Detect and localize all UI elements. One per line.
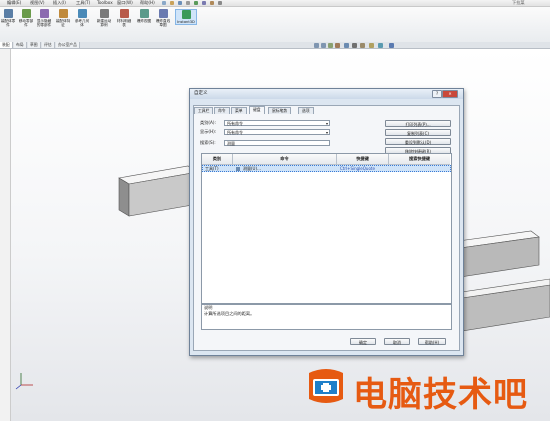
search-hint[interactable]: 下拉菜 bbox=[512, 0, 525, 6]
menu-insert[interactable]: 插入(I) bbox=[53, 0, 66, 6]
previous-view-icon[interactable] bbox=[328, 43, 333, 48]
search-label: 搜索(S): bbox=[200, 140, 216, 145]
ribbon-move-component-button[interactable]: 移动零部件 bbox=[18, 9, 34, 27]
ribbon-explode-line-button[interactable]: 爆炸直线草图 bbox=[155, 9, 171, 27]
close-icon[interactable]: ✕ bbox=[442, 90, 458, 98]
description-text: 计算所选项目之间的距离。 bbox=[204, 311, 255, 316]
table-row[interactable]: 工具(T) 测量(U)... Ctrl+SingleQuote bbox=[202, 165, 451, 172]
ribbon-instant3d-button[interactable]: Instant3D bbox=[175, 9, 197, 25]
tab-layout[interactable]: 布局 bbox=[14, 42, 27, 48]
section-view-icon[interactable] bbox=[335, 43, 340, 48]
ribbon-assembly-parts-button[interactable]: 装配体零件 bbox=[0, 9, 16, 27]
column-header-command[interactable]: 命令 bbox=[233, 154, 337, 165]
save-icon[interactable] bbox=[178, 1, 182, 5]
row-shortcut[interactable]: Ctrl+SingleQuote bbox=[340, 166, 375, 171]
tab-keyboard[interactable]: 键盘 bbox=[249, 106, 265, 114]
category-select[interactable]: 所有命令 ▾ bbox=[224, 120, 330, 126]
menu-edit[interactable]: 编辑(E) bbox=[7, 0, 21, 6]
watermark-logo-icon bbox=[309, 369, 343, 403]
edit-appearance-icon[interactable] bbox=[369, 43, 374, 48]
ribbon-motion-study-button[interactable]: 新建运动算例 bbox=[96, 9, 112, 27]
options-icon[interactable] bbox=[218, 1, 222, 5]
tab-sketch[interactable]: 草图 bbox=[28, 42, 41, 48]
show-hidden-icon bbox=[39, 9, 49, 18]
help-button[interactable]: 帮助(H) bbox=[418, 338, 446, 345]
chevron-down-icon: ▾ bbox=[325, 121, 328, 126]
category-label: 类别(A): bbox=[200, 120, 216, 125]
help-icon[interactable]: ? bbox=[432, 90, 442, 98]
instant3d-icon bbox=[181, 10, 191, 19]
dialog-title: 自定义 bbox=[194, 91, 208, 96]
command-tabs-row: 装配 布局 草图 评估 办公室产品 bbox=[0, 42, 550, 49]
tab-evaluate[interactable]: 评估 bbox=[42, 42, 55, 48]
ribbon-exploded-view-button[interactable]: 爆炸视图 bbox=[136, 9, 152, 23]
watermark-text: 电脑技术吧 bbox=[353, 375, 528, 415]
bom-icon bbox=[119, 9, 129, 18]
move-component-icon bbox=[21, 9, 31, 18]
rebuild-icon[interactable] bbox=[210, 1, 214, 5]
apply-scene-icon[interactable] bbox=[378, 43, 383, 48]
column-header-shortcut[interactable]: 快捷键 bbox=[337, 154, 389, 165]
menu-bar: 编辑(E) 视图(V) 插入(I) 工具(T) Toolbox 窗口(W) 帮助… bbox=[0, 0, 550, 7]
motion-study-icon bbox=[99, 9, 109, 18]
view-orientation-icon[interactable] bbox=[344, 43, 349, 48]
tab-assembly[interactable]: 装配 bbox=[0, 42, 13, 48]
reference-geometry-icon bbox=[77, 9, 87, 18]
dialog-title-bar[interactable]: 自定义 ? ✕ bbox=[190, 89, 463, 99]
zoom-area-icon[interactable] bbox=[321, 43, 326, 48]
show-select[interactable]: 所有命令 ▾ bbox=[224, 129, 330, 135]
show-label: 显示(H): bbox=[200, 129, 217, 134]
search-input[interactable]: 测量 bbox=[224, 140, 330, 146]
assembly-icon bbox=[3, 9, 13, 18]
exploded-view-icon bbox=[139, 9, 149, 18]
select-icon[interactable] bbox=[202, 1, 206, 5]
open-icon[interactable] bbox=[170, 1, 174, 5]
chevron-down-icon: ▾ bbox=[325, 130, 328, 135]
ribbon-show-hidden-button[interactable]: 显示隐藏的零部件 bbox=[36, 9, 52, 27]
menu-help[interactable]: 帮助(H) bbox=[140, 0, 155, 6]
hide-show-icon[interactable] bbox=[360, 43, 365, 48]
assembly-feature-icon bbox=[58, 9, 68, 18]
column-header-search-shortcut[interactable]: 搜索快捷键 bbox=[389, 154, 450, 165]
display-style-icon[interactable] bbox=[352, 43, 357, 48]
undo-icon[interactable] bbox=[194, 1, 198, 5]
view-settings-icon[interactable] bbox=[389, 43, 394, 48]
menu-view[interactable]: 视图(V) bbox=[30, 0, 45, 6]
tab-mouse-gestures[interactable]: 鼠标笔势 bbox=[268, 107, 292, 114]
ribbon-bom-button[interactable]: 材料明细表 bbox=[116, 9, 132, 27]
cancel-button[interactable]: 取消 bbox=[384, 338, 410, 345]
command-manager-ribbon: 装配体零件 移动零部件 显示隐藏的零部件 装配体特征 参考几何体 新建运动算例 … bbox=[0, 7, 550, 43]
tab-menus[interactable]: 菜单 bbox=[231, 107, 247, 114]
column-header-category[interactable]: 类别 bbox=[202, 154, 233, 165]
explode-line-icon bbox=[158, 9, 168, 18]
tab-options[interactable]: 选项 bbox=[298, 107, 314, 114]
ribbon-reference-geometry-button[interactable]: 参考几何体 bbox=[74, 9, 90, 27]
ok-button[interactable]: 确定 bbox=[350, 338, 376, 345]
reset-default-button[interactable]: 重设到默认(D) bbox=[385, 138, 451, 145]
tab-toolbars[interactable]: 工具栏 bbox=[194, 107, 214, 114]
row-category: 工具(T) bbox=[205, 166, 219, 171]
copy-list-button[interactable]: 复制列表(C) bbox=[385, 129, 451, 136]
feature-manager-strip bbox=[0, 49, 11, 421]
tab-office-products[interactable]: 办公室产品 bbox=[56, 42, 80, 48]
menu-tools[interactable]: 工具(T) bbox=[76, 0, 90, 6]
tab-commands[interactable]: 命令 bbox=[214, 107, 230, 114]
print-icon[interactable] bbox=[186, 1, 190, 5]
print-list-button[interactable]: 打印列表(P)... bbox=[385, 120, 451, 127]
ribbon-assembly-feature-button[interactable]: 装配体特征 bbox=[55, 9, 71, 27]
shortcut-table: 类别 命令 快捷键 搜索快捷键 工具(T) 测量(U)... Ctrl+Sing… bbox=[201, 153, 452, 304]
new-icon[interactable] bbox=[162, 1, 166, 5]
description-box: 说明 计算所选项目之间的距离。 bbox=[201, 304, 452, 330]
menu-toolbox[interactable]: Toolbox bbox=[97, 0, 113, 6]
measure-icon bbox=[236, 167, 240, 171]
menu-window[interactable]: 窗口(W) bbox=[117, 0, 133, 6]
zoom-fit-icon[interactable] bbox=[314, 43, 319, 48]
row-command: 测量(U)... bbox=[243, 166, 261, 171]
